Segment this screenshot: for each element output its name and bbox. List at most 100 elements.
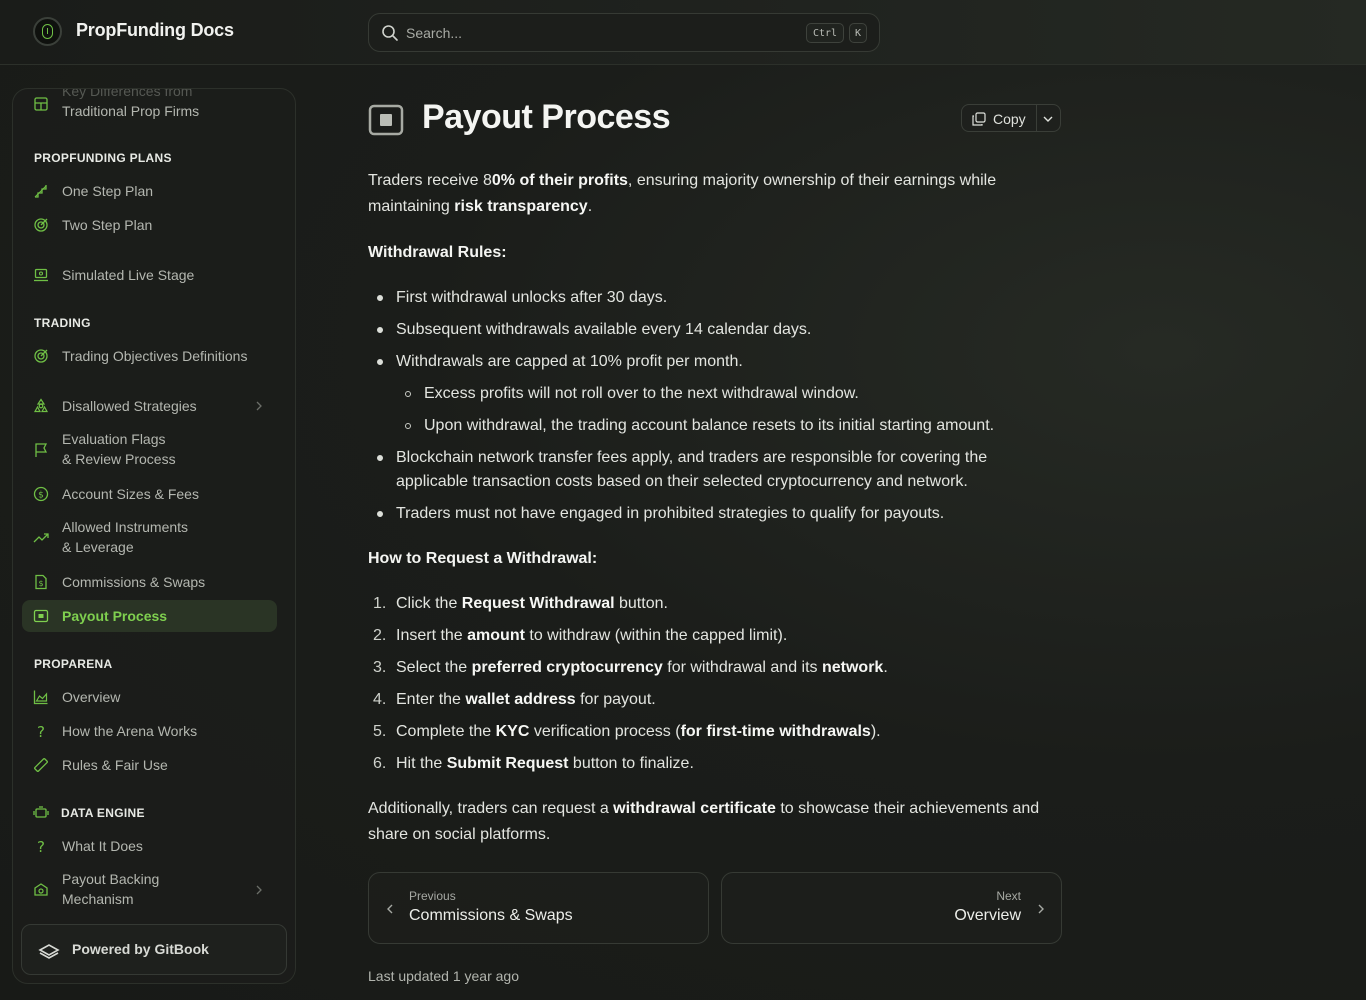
divider xyxy=(1036,105,1037,131)
step-number: 2. xyxy=(373,627,387,644)
previous-page-link[interactable]: Previous Commissions & Swaps xyxy=(368,872,709,944)
payout-icon xyxy=(33,609,49,623)
list-item: First withdrawal unlocks after 30 days. xyxy=(396,289,668,306)
next-page-link[interactable]: Next Overview xyxy=(721,872,1062,944)
sidebar-item-account-sizes[interactable]: $ Account Sizes & Fees xyxy=(22,483,277,505)
step-item: Select the preferred cryptocurrency for … xyxy=(396,659,888,676)
sub-list-item: Excess profits will not roll over to the… xyxy=(424,385,859,402)
search-input[interactable]: Search... Ctrl K xyxy=(368,13,880,52)
section-heading-plans: PROPFUNDING PLANS xyxy=(34,151,172,165)
sidebar-item-how-arena-works[interactable]: ? How the Arena Works xyxy=(22,720,277,742)
sidebar-item-label: Allowed Instruments xyxy=(62,519,189,535)
previous-label: Previous xyxy=(409,889,456,903)
sidebar-item-disallowed-strategies[interactable]: Disallowed Strategies xyxy=(22,395,277,417)
next-label: Next xyxy=(996,889,1021,903)
step-item: Insert the amount to withdraw (within th… xyxy=(396,627,788,644)
sidebar-item-label-line2: Mechanism xyxy=(62,891,134,907)
sidebar-item-one-step-plan[interactable]: One Step Plan xyxy=(22,180,277,202)
shortcut-key-ctrl: Ctrl xyxy=(806,23,844,43)
sidebar-item-label: One Step Plan xyxy=(62,183,154,199)
sidebar-item-label: Rules & Fair Use xyxy=(62,757,168,773)
sidebar-item-payout-process[interactable]: Payout Process xyxy=(22,600,277,632)
question-icon: ? xyxy=(37,838,45,854)
next-page-title: Overview xyxy=(954,907,1021,924)
section-heading-data-engine: DATA ENGINE xyxy=(61,806,145,820)
money-check-icon xyxy=(34,883,48,896)
grid-icon xyxy=(34,97,48,111)
last-updated: Last updated 1 year ago xyxy=(368,968,520,984)
sidebar-item-label: Payout Process xyxy=(62,608,168,624)
sidebar-item-evaluation-flags[interactable]: Evaluation Flags & Review Process xyxy=(22,429,277,471)
svg-text:$: $ xyxy=(38,579,43,588)
sub-list-item: Upon withdrawal, the trading account bal… xyxy=(424,417,995,434)
previous-page-title: Commissions & Swaps xyxy=(409,907,573,924)
sidebar-item-label-line2: & Review Process xyxy=(62,451,176,467)
sidebar-item-what-it-does[interactable]: ? What It Does xyxy=(22,835,277,857)
question-icon: ? xyxy=(37,723,45,739)
sidebar-item-allowed-instruments[interactable]: Allowed Instruments & Leverage xyxy=(22,517,277,559)
sidebar-item-label: What It Does xyxy=(62,838,143,854)
svg-text:?: ? xyxy=(37,838,45,854)
target-icon xyxy=(34,218,48,232)
sidebar-item-label: How the Arena Works xyxy=(62,723,198,739)
section-heading-proparena: PROPARENA xyxy=(34,657,113,671)
svg-text:$: $ xyxy=(38,491,44,501)
chart-area-icon xyxy=(33,690,48,705)
sidebar: Key Differences from Traditional Prop Fi… xyxy=(12,88,296,984)
search-icon xyxy=(382,25,398,41)
copy-page-button[interactable]: Copy xyxy=(961,104,1061,132)
sidebar-item-key-differences[interactable]: Key Differences from Traditional Prop Fi… xyxy=(22,89,277,125)
chevron-left-icon xyxy=(387,904,393,914)
intro-paragraph: Traders receive 80% of their profits, en… xyxy=(368,172,997,215)
sidebar-item-simulated-live-stage[interactable]: Simulated Live Stage xyxy=(22,264,277,286)
step-number: 1. xyxy=(373,595,387,612)
step-item: Enter the wallet address for payout. xyxy=(396,691,656,708)
sidebar-item-label: Trading Objectives Definitions xyxy=(62,348,248,364)
hazard-icon xyxy=(33,398,49,413)
list-item: Withdrawals are capped at 10% profit per… xyxy=(396,353,743,370)
bullet-icon xyxy=(377,511,383,517)
step-item: Complete the KYC verification process (f… xyxy=(396,723,881,740)
monitor-icon xyxy=(34,268,48,282)
copy-icon xyxy=(972,112,986,126)
sidebar-item-two-step-plan[interactable]: Two Step Plan xyxy=(22,214,277,236)
brand-logo-icon[interactable] xyxy=(33,17,62,46)
steps-icon xyxy=(34,185,47,198)
step-item: Click the Request Withdrawal button. xyxy=(396,595,668,612)
list-item: Subsequent withdrawals available every 1… xyxy=(396,321,812,338)
receipt-icon: $ xyxy=(35,574,47,590)
sidebar-item-trading-objectives[interactable]: Trading Objectives Definitions xyxy=(22,345,277,367)
step-number: 6. xyxy=(373,755,387,772)
sidebar-item-rules-fair-use[interactable]: Rules & Fair Use xyxy=(22,754,277,776)
trend-up-icon xyxy=(33,533,49,543)
sidebar-item-commissions-swaps[interactable]: $ Commissions & Swaps xyxy=(22,571,277,593)
svg-text:?: ? xyxy=(37,723,45,739)
gitbook-logo-icon xyxy=(38,944,60,959)
target-icon xyxy=(34,349,48,363)
sidebar-item-label: Disallowed Strategies xyxy=(62,398,197,414)
shortcut-key-k: K xyxy=(849,23,867,43)
step-number: 3. xyxy=(373,659,387,676)
chevron-down-icon[interactable] xyxy=(1042,114,1054,124)
sidebar-item-payout-backing[interactable]: Payout Backing Mechanism xyxy=(22,869,277,911)
list-item: Blockchain network transfer fees apply, … xyxy=(396,449,988,490)
sidebar-item-label-line2: & Leverage xyxy=(62,539,134,555)
bullet-icon xyxy=(377,455,383,461)
powered-by-gitbook-button[interactable]: Powered by GitBook xyxy=(21,924,287,975)
chevron-right-icon[interactable] xyxy=(255,400,263,412)
sidebar-item-label: Simulated Live Stage xyxy=(62,267,195,283)
brand-title[interactable]: PropFunding Docs xyxy=(76,20,234,41)
dollar-circle-icon: $ xyxy=(33,486,49,502)
ruler-icon xyxy=(34,758,48,772)
powered-by-label: Powered by GitBook xyxy=(72,941,209,957)
closing-paragraph: Additionally, traders can request a with… xyxy=(368,800,1040,843)
copy-label: Copy xyxy=(993,111,1026,127)
request-withdrawal-heading: How to Request a Withdrawal: xyxy=(368,550,598,567)
sidebar-item-overview[interactable]: Overview xyxy=(22,686,277,708)
chevron-right-icon[interactable] xyxy=(255,884,263,896)
sidebar-item-label: Payout Backing xyxy=(62,871,160,887)
sidebar-item-label: Overview xyxy=(62,689,121,705)
chevron-right-icon xyxy=(1038,904,1044,914)
sidebar-item-label: Traditional Prop Firms xyxy=(62,103,200,119)
sub-bullet-icon xyxy=(405,391,411,397)
